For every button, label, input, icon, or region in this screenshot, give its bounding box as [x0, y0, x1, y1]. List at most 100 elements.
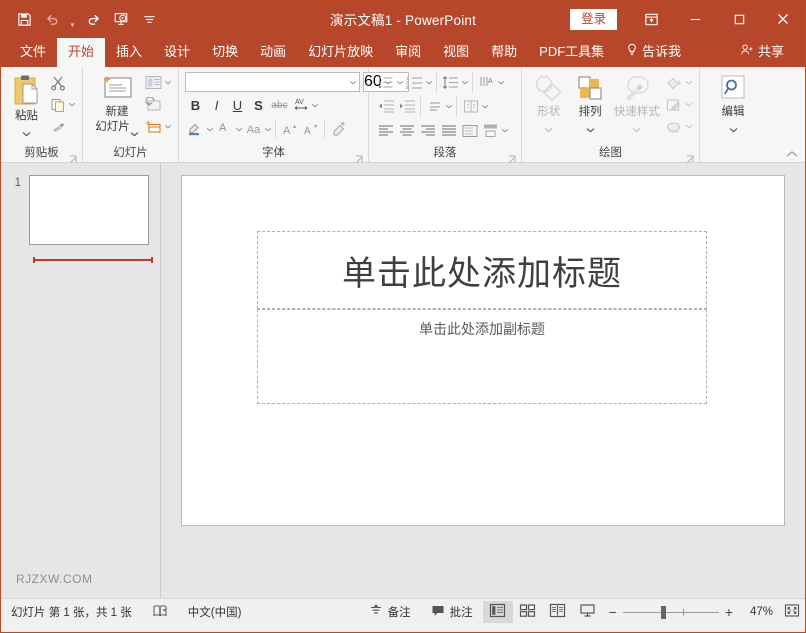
tab-home[interactable]: 开始 [57, 38, 105, 67]
text-direction-dropdown-icon[interactable] [497, 80, 505, 85]
change-case-dropdown-icon[interactable] [264, 127, 272, 132]
align-text-dropdown-icon[interactable] [445, 104, 453, 109]
clear-formatting-button[interactable] [328, 119, 349, 140]
bold-button[interactable]: B [185, 95, 206, 116]
font-color-dropdown-icon[interactable] [235, 127, 243, 132]
section-button[interactable] [143, 116, 174, 137]
columns-dropdown-icon[interactable] [481, 104, 489, 109]
section-dropdown-icon[interactable] [164, 124, 172, 129]
format-painter-button[interactable] [48, 116, 78, 137]
convert-smartart-button[interactable] [480, 120, 501, 141]
title-placeholder[interactable]: 单击此处添加标题 [257, 231, 707, 309]
shape-fill-button[interactable] [663, 72, 695, 93]
tab-view[interactable]: 视图 [432, 38, 480, 67]
font-dialog-launcher[interactable] [355, 151, 364, 160]
tab-help[interactable]: 帮助 [480, 38, 528, 67]
tab-transitions[interactable]: 切换 [201, 38, 249, 67]
new-slide-dropdown-icon[interactable] [130, 124, 139, 130]
view-reading-button[interactable] [543, 601, 573, 623]
char-spacing-dropdown-icon[interactable] [311, 103, 319, 108]
decrease-indent-button[interactable] [375, 96, 396, 117]
accessibility-checker-button[interactable] [142, 599, 178, 625]
distributed-button[interactable] [459, 120, 480, 141]
new-slide-button[interactable]: 新建 幻灯片 [91, 70, 143, 134]
paste-dropdown-icon[interactable] [22, 124, 31, 130]
maximize-button[interactable] [717, 1, 761, 37]
change-case-button[interactable]: Aa [243, 119, 264, 140]
ribbon-display-options-icon[interactable] [629, 1, 673, 37]
zoom-in-button[interactable]: + [725, 607, 733, 617]
customize-qat-icon[interactable] [136, 6, 162, 32]
slide-editing-area[interactable]: 单击此处添加标题 单击此处添加副标题 [161, 163, 805, 598]
align-left-button[interactable] [375, 120, 396, 141]
text-highlight-button[interactable] [185, 119, 206, 140]
align-center-button[interactable] [396, 120, 417, 141]
copy-button[interactable] [48, 94, 78, 115]
tab-file[interactable]: 文件 [9, 38, 57, 67]
shape-outline-dropdown-icon[interactable] [685, 102, 693, 107]
slide-thumbnail-1[interactable] [29, 175, 149, 245]
decrease-font-size-button[interactable]: A [300, 119, 321, 140]
tab-insert[interactable]: 插入 [105, 38, 153, 67]
align-right-button[interactable] [417, 120, 438, 141]
layout-dropdown-icon[interactable] [164, 80, 172, 85]
collapse-ribbon-button[interactable] [785, 146, 799, 160]
increase-font-size-button[interactable]: A [279, 119, 300, 140]
editing-button[interactable]: 编辑 [710, 70, 756, 126]
tab-pdf-tools[interactable]: PDF工具集 [528, 38, 615, 67]
arrange-button[interactable]: 排列 [569, 70, 610, 126]
strikethrough-button[interactable]: abc [269, 95, 290, 116]
undo-dropdown-icon[interactable]: ▾ [67, 3, 78, 36]
view-slide-sorter-button[interactable] [513, 601, 543, 623]
undo-icon[interactable] [39, 6, 65, 32]
minimize-button[interactable] [673, 1, 717, 37]
justify-button[interactable] [438, 120, 459, 141]
start-slideshow-icon[interactable] [108, 6, 134, 32]
copy-dropdown-icon[interactable] [68, 102, 76, 107]
shape-fill-dropdown-icon[interactable] [685, 80, 693, 85]
shapes-dropdown-icon[interactable] [544, 120, 553, 126]
tab-design[interactable]: 设计 [153, 38, 201, 67]
font-name-dropdown-icon[interactable] [346, 80, 359, 85]
notes-button[interactable]: 备注 [359, 599, 421, 625]
highlight-dropdown-icon[interactable] [206, 127, 214, 132]
underline-button[interactable]: U [227, 95, 248, 116]
text-direction-button[interactable]: A [476, 72, 497, 93]
slide-thumbnail-pane[interactable]: 1 RJZXW.COM [1, 163, 161, 598]
text-shadow-button[interactable]: S [248, 95, 269, 116]
view-slideshow-button[interactable] [573, 601, 603, 623]
numbering-dropdown-icon[interactable] [425, 80, 433, 85]
cut-button[interactable] [48, 72, 78, 93]
zoom-percentage[interactable]: 47% [739, 606, 773, 618]
convert-smartart-dropdown-icon[interactable] [501, 128, 509, 133]
quick-styles-button[interactable]: 快速样式 [611, 70, 663, 126]
shape-effects-dropdown-icon[interactable] [685, 124, 693, 129]
columns-button[interactable] [460, 96, 481, 117]
tab-slideshow[interactable]: 幻灯片放映 [297, 38, 384, 67]
shape-outline-button[interactable] [663, 94, 695, 115]
tab-review[interactable]: 审阅 [384, 38, 432, 67]
slide-count-status[interactable]: 幻灯片 第 1 张，共 1 张 [1, 599, 142, 625]
increase-indent-button[interactable] [396, 96, 417, 117]
bullets-button[interactable] [375, 72, 396, 93]
layout-button[interactable] [143, 72, 174, 93]
editing-dropdown-icon[interactable] [729, 120, 738, 126]
quick-styles-dropdown-icon[interactable] [632, 120, 641, 126]
share-button[interactable]: 共享 [729, 38, 795, 67]
shape-effects-button[interactable] [663, 116, 695, 137]
drawing-dialog-launcher[interactable] [686, 151, 695, 160]
numbering-button[interactable]: 123 [404, 72, 425, 93]
bullets-dropdown-icon[interactable] [396, 80, 404, 85]
close-button[interactable] [761, 1, 805, 37]
line-spacing-dropdown-icon[interactable] [461, 80, 469, 85]
reset-button[interactable] [143, 94, 174, 115]
paragraph-dialog-launcher[interactable] [508, 151, 517, 160]
font-name-combo[interactable] [185, 72, 360, 92]
shapes-button[interactable]: 形状 [528, 70, 569, 126]
vertical-scrollbar[interactable] [799, 163, 805, 598]
subtitle-placeholder[interactable]: 单击此处添加副标题 [257, 309, 707, 404]
slide-canvas[interactable]: 单击此处添加标题 单击此处添加副标题 [181, 175, 785, 526]
tab-tell-me[interactable]: 告诉我 [615, 38, 692, 67]
language-status[interactable]: 中文(中国) [178, 599, 252, 625]
paste-button[interactable]: 粘贴 [5, 70, 48, 130]
